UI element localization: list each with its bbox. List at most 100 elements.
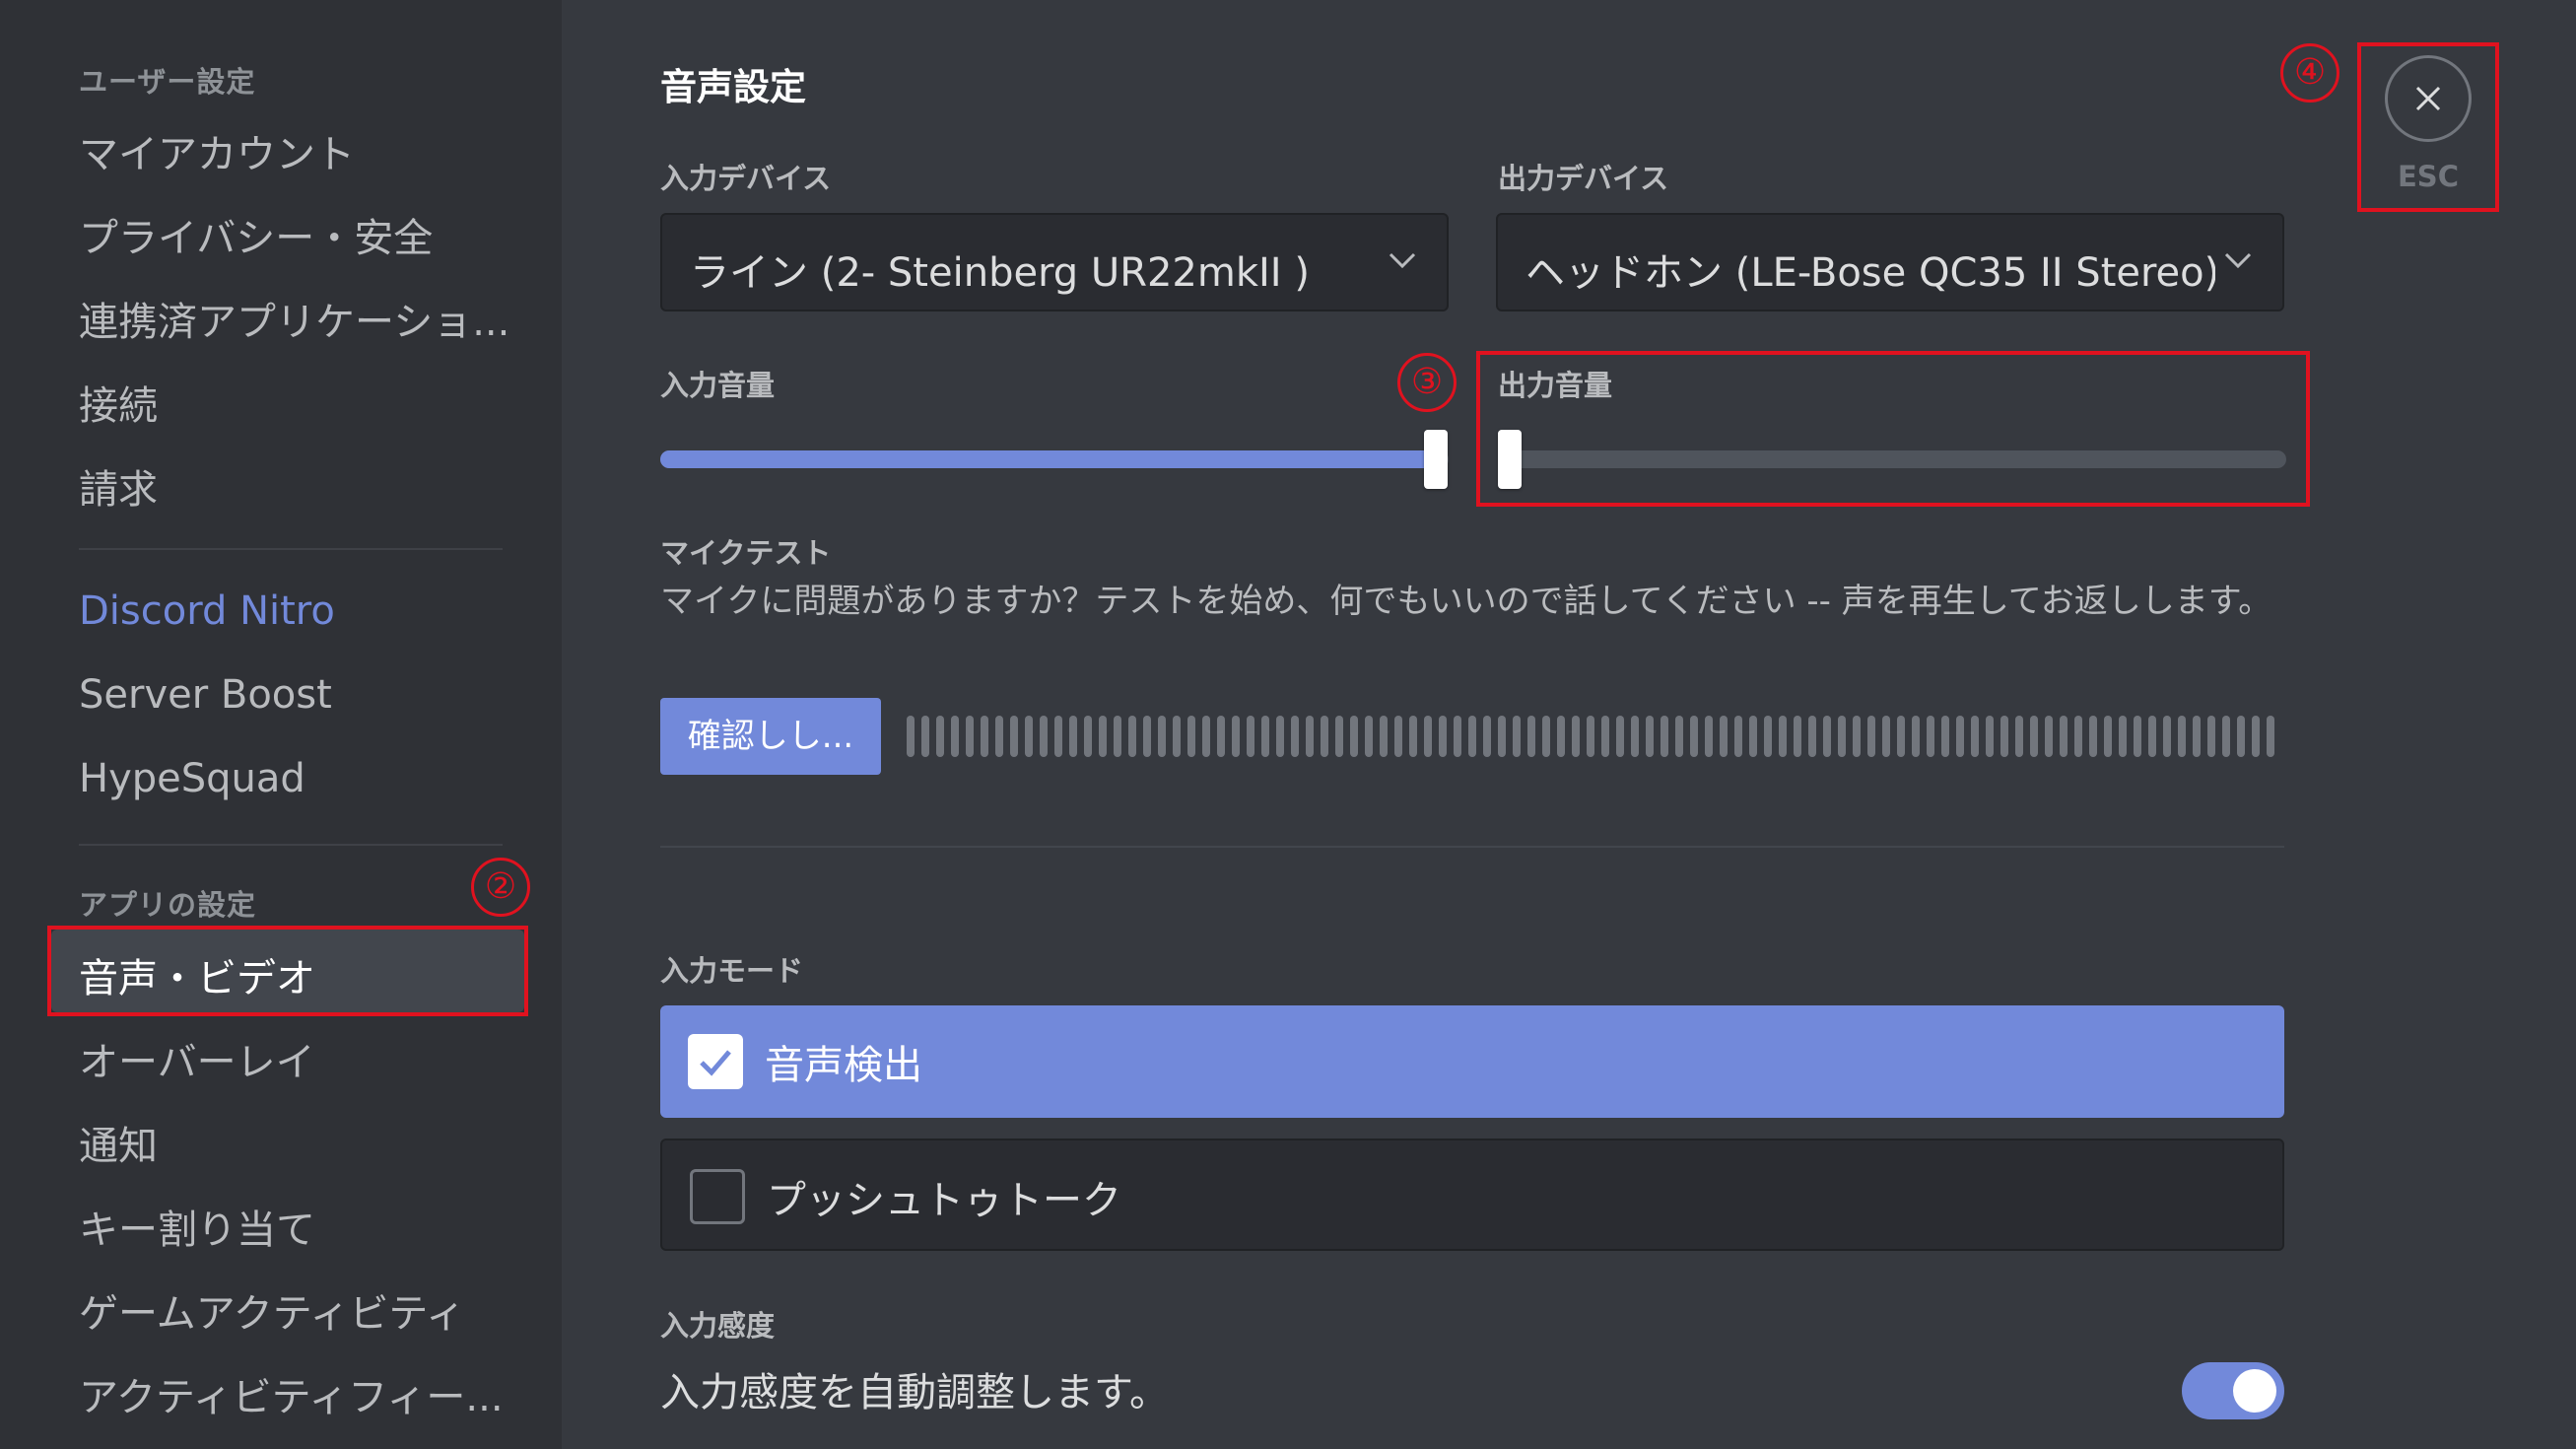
input-device-select[interactable]: ライン (2- Steinberg UR22mkII ) bbox=[660, 213, 1449, 311]
section-divider bbox=[660, 846, 2284, 848]
voice-activity-checkbox[interactable] bbox=[688, 1034, 743, 1089]
input-volume-handle[interactable] bbox=[1424, 430, 1448, 489]
meter-bar bbox=[1217, 716, 1225, 757]
sidebar-item-authorized-apps[interactable]: 連携済アプリケーショ... bbox=[79, 290, 509, 347]
meter-bar bbox=[1808, 716, 1816, 757]
input-volume-label: 入力音量 bbox=[660, 369, 776, 402]
sidebar-item-server-boost[interactable]: Server Boost bbox=[79, 672, 332, 718]
meter-bar bbox=[1054, 716, 1062, 757]
meter-bar bbox=[1128, 716, 1136, 757]
sidebar-item-activity-feed[interactable]: アクティビティフィー... bbox=[79, 1365, 504, 1422]
esc-label: ESC bbox=[2398, 160, 2459, 193]
meter-bar bbox=[1646, 716, 1654, 757]
meter-bar bbox=[2074, 716, 2082, 757]
sidebar-item-hypesquad[interactable]: HypeSquad bbox=[79, 756, 305, 801]
meter-bar bbox=[1084, 716, 1092, 757]
meter-bar bbox=[2015, 716, 2023, 757]
output-volume-handle[interactable] bbox=[1498, 430, 1522, 489]
meter-bar bbox=[2045, 716, 2053, 757]
annotation-number-3: ③ bbox=[1397, 353, 1457, 412]
chevron-down-icon bbox=[1389, 252, 1416, 269]
sidebar-divider bbox=[79, 548, 503, 550]
sidebar-item-connections[interactable]: 接続 bbox=[79, 374, 158, 431]
meter-bar bbox=[1720, 716, 1728, 757]
meter-bar bbox=[1838, 716, 1846, 757]
checkmark-icon bbox=[700, 1050, 731, 1076]
meter-bar bbox=[1527, 716, 1535, 757]
toggle-knob bbox=[2233, 1369, 2276, 1413]
meter-bar bbox=[2163, 716, 2171, 757]
meter-bar bbox=[1912, 716, 1920, 757]
meter-bar bbox=[2060, 716, 2068, 757]
sidebar-item-keybinds[interactable]: キー割り当て bbox=[79, 1198, 315, 1255]
meter-bar bbox=[1483, 716, 1491, 757]
meter-bar bbox=[2089, 716, 2097, 757]
input-device-label: 入力デバイス bbox=[660, 162, 832, 195]
meter-bar bbox=[1631, 716, 1639, 757]
meter-bar bbox=[1986, 716, 1994, 757]
meter-bar bbox=[1690, 716, 1698, 757]
meter-bar bbox=[1941, 716, 1949, 757]
output-volume-label: 出力音量 bbox=[1498, 369, 1613, 402]
sensitivity-auto-toggle[interactable] bbox=[2182, 1362, 2284, 1419]
meter-bar bbox=[2222, 716, 2230, 757]
mic-test-label: マイクテスト bbox=[660, 536, 832, 570]
meter-bar bbox=[1542, 716, 1550, 757]
mic-level-meter bbox=[907, 716, 2286, 757]
mic-test-description: マイクに問題がありますか？テストを始め、何でもいいので話してください -- 声を… bbox=[660, 582, 2272, 621]
meter-bar bbox=[907, 716, 915, 757]
sidebar-item-notifications[interactable]: 通知 bbox=[79, 1114, 158, 1171]
input-volume-fill bbox=[660, 450, 1439, 468]
close-icon bbox=[2415, 86, 2441, 111]
meter-bar bbox=[2178, 716, 2186, 757]
meter-bar bbox=[1927, 716, 1934, 757]
sidebar-item-game-activity[interactable]: ゲームアクティビティ bbox=[79, 1281, 465, 1339]
meter-bar bbox=[1025, 716, 1033, 757]
input-volume-slider[interactable] bbox=[660, 450, 1449, 468]
output-device-select[interactable]: ヘッドホン (LE-Bose QC35 II Stereo) bbox=[1496, 213, 2284, 311]
meter-bar bbox=[2148, 716, 2156, 757]
meter-bar bbox=[2134, 716, 2141, 757]
close-button[interactable] bbox=[2385, 55, 2472, 142]
meter-bar bbox=[2207, 716, 2215, 757]
meter-bar bbox=[995, 716, 1003, 757]
meter-bar bbox=[1675, 716, 1683, 757]
meter-bar bbox=[2000, 716, 2008, 757]
sidebar-item-privacy[interactable]: プライバシー・安全 bbox=[79, 206, 433, 263]
sidebar-item-overlay[interactable]: オーバーレイ bbox=[79, 1030, 315, 1087]
mic-test-button[interactable]: 確認しし... bbox=[660, 698, 881, 775]
meter-bar bbox=[1764, 716, 1772, 757]
meter-bar bbox=[1143, 716, 1151, 757]
input-device-value: ライン (2- Steinberg UR22mkII ) bbox=[690, 250, 1310, 296]
sidebar-item-billing[interactable]: 請求 bbox=[79, 457, 158, 515]
meter-bar bbox=[2267, 716, 2274, 757]
sensitivity-label: 入力感度 bbox=[660, 1309, 776, 1343]
annotation-number-2: ② bbox=[471, 858, 530, 917]
sidebar-item-my-account[interactable]: マイアカウント bbox=[79, 122, 355, 179]
input-mode-voice-activity[interactable]: 音声検出 bbox=[660, 1005, 2284, 1118]
meter-bar bbox=[1069, 716, 1077, 757]
meter-bar bbox=[2252, 716, 2260, 757]
meter-bar bbox=[1187, 716, 1195, 757]
meter-bar bbox=[1572, 716, 1580, 757]
meter-bar bbox=[1779, 716, 1787, 757]
meter-bar bbox=[1867, 716, 1875, 757]
output-volume-slider[interactable] bbox=[1498, 450, 2286, 468]
page-title: 音声設定 bbox=[660, 66, 806, 108]
meter-bar bbox=[1498, 716, 1506, 757]
meter-bar bbox=[1794, 716, 1801, 757]
meter-bar bbox=[1365, 716, 1373, 757]
meter-bar bbox=[1882, 716, 1890, 757]
meter-bar bbox=[1409, 716, 1417, 757]
input-mode-label: 入力モード bbox=[660, 954, 804, 988]
input-mode-push-to-talk[interactable]: プッシュトゥトーク bbox=[660, 1138, 2284, 1251]
meter-bar bbox=[1321, 716, 1328, 757]
meter-bar bbox=[1010, 716, 1018, 757]
meter-bar bbox=[1099, 716, 1107, 757]
push-to-talk-checkbox[interactable] bbox=[690, 1169, 745, 1224]
user-settings-header: ユーザー設定 bbox=[79, 65, 256, 99]
meter-bar bbox=[1276, 716, 1284, 757]
sidebar-item-nitro[interactable]: Discord Nitro bbox=[79, 588, 335, 634]
meter-bar bbox=[1734, 716, 1742, 757]
meter-bar bbox=[2030, 716, 2038, 757]
